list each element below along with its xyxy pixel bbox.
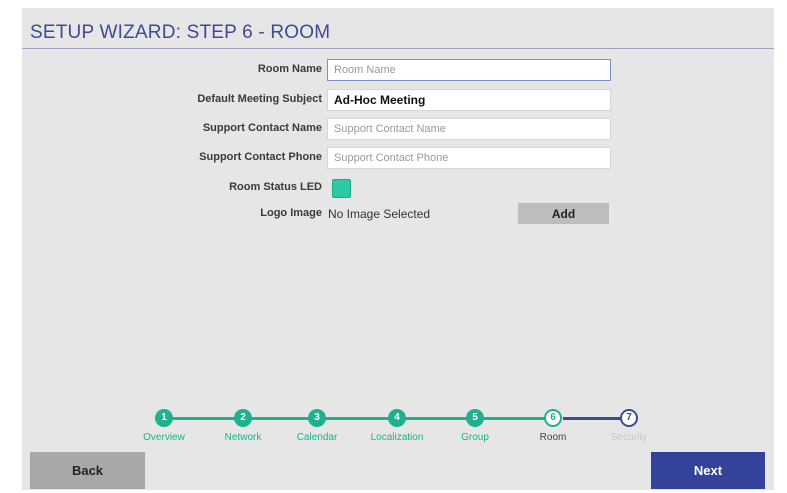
support-name-row: Support Contact Name xyxy=(22,118,774,140)
step-label-overview: Overview xyxy=(143,432,185,443)
back-button[interactable]: Back xyxy=(30,452,145,489)
step-dot-calendar: 3 xyxy=(308,409,326,427)
step-dot-network: 2 xyxy=(234,409,252,427)
logo-image-label: Logo Image xyxy=(260,207,322,219)
setup-wizard-screen: SETUP WIZARD: STEP 6 - ROOM Room Name De… xyxy=(22,8,774,490)
support-phone-row: Support Contact Phone xyxy=(22,147,774,169)
step-label-network: Network xyxy=(224,432,262,443)
step-dot-security: 7 xyxy=(620,409,638,427)
step-dot-group: 5 xyxy=(466,409,484,427)
logo-image-row: Logo Image No Image Selected Add xyxy=(22,203,774,225)
step-label-localization: Localization xyxy=(370,432,424,443)
step-dot-room: 6 xyxy=(544,409,562,427)
stepper-remaining-line xyxy=(563,417,627,420)
logo-image-value: No Image Selected xyxy=(328,207,431,221)
step-label-calendar: Calendar xyxy=(296,432,338,443)
wizard-stepper: 1 2 3 4 5 6 7 Overview Network Calendar … xyxy=(22,404,774,454)
page-title: SETUP WIZARD: STEP 6 - ROOM xyxy=(30,22,331,43)
step-dot-overview: 1 xyxy=(155,409,173,427)
step-dot-localization: 4 xyxy=(388,409,406,427)
next-button[interactable]: Next xyxy=(651,452,765,489)
stepper-progress-line xyxy=(164,417,554,420)
step-label-room: Room xyxy=(539,432,567,443)
room-name-label: Room Name xyxy=(257,63,322,75)
support-phone-input[interactable] xyxy=(327,147,611,169)
room-status-led-label: Room Status LED xyxy=(229,181,322,193)
support-phone-label: Support Contact Phone xyxy=(199,151,322,163)
add-logo-button[interactable]: Add xyxy=(518,203,609,224)
room-name-row: Room Name xyxy=(22,59,774,81)
title-divider xyxy=(22,48,774,49)
meeting-subject-input[interactable] xyxy=(327,89,611,111)
meeting-subject-label: Default Meeting Subject xyxy=(197,93,322,105)
support-name-label: Support Contact Name xyxy=(202,122,322,134)
room-status-led-row: Room Status LED xyxy=(22,177,774,199)
meeting-subject-row: Default Meeting Subject xyxy=(22,89,774,111)
support-name-input[interactable] xyxy=(327,118,611,140)
step-label-security: Security xyxy=(610,432,648,443)
step-label-group: Group xyxy=(461,432,489,443)
room-status-led-toggle[interactable] xyxy=(332,179,351,198)
room-name-input[interactable] xyxy=(327,59,611,81)
